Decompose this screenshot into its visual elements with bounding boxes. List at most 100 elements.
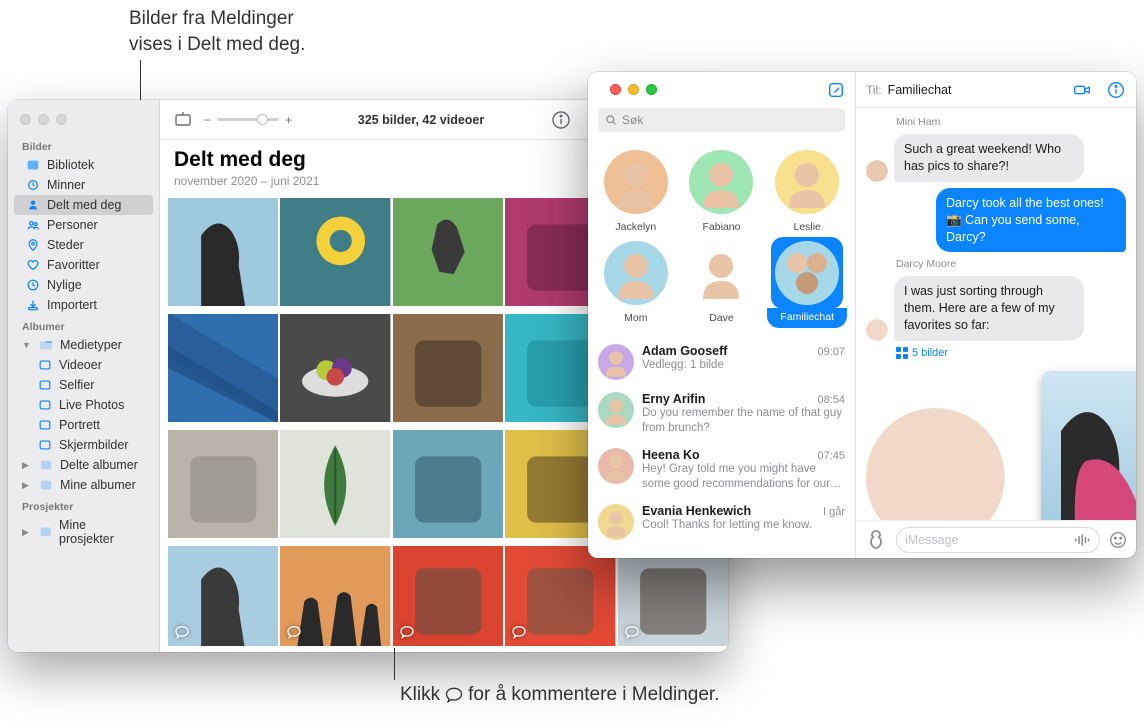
conversation-name: Erny Arifin — [642, 392, 705, 406]
sidebar-item-label: Delte albumer — [60, 458, 138, 472]
pinned-contact[interactable]: Familiechat — [767, 237, 847, 328]
sidebar-section-albumer: Albumer — [8, 315, 159, 335]
media-type-icon — [38, 358, 52, 372]
sidebar-item-label: Skjermbilder — [59, 438, 128, 452]
photo-tile[interactable] — [393, 314, 503, 422]
traffic-min-icon[interactable] — [628, 84, 639, 95]
sidebar-item-medietyper[interactable]: ▼ Medietyper — [14, 335, 153, 355]
photo-tile[interactable] — [280, 198, 390, 306]
waveform-icon[interactable] — [1075, 533, 1091, 547]
message-placeholder: iMessage — [905, 533, 959, 547]
conversation-item[interactable]: Evania HenkewichI går Cool! Thanks for l… — [588, 498, 855, 546]
photos-sidebar: Bilder BibliotekMinnerDelt med degPerson… — [8, 100, 160, 652]
to-name: Familiechat — [888, 83, 1058, 97]
heart-icon — [26, 258, 40, 272]
sidebar-item-mine-albumer[interactable]: ▶ Mine albumer — [14, 475, 153, 495]
photo-tile[interactable] — [168, 546, 278, 646]
search-input[interactable]: Søk — [598, 108, 845, 132]
reply-in-messages-icon[interactable] — [624, 624, 640, 640]
photo-tile[interactable] — [280, 430, 390, 538]
sidebar-item-favoritter[interactable]: Favoritter — [14, 255, 153, 275]
aspect-icon[interactable] — [172, 109, 194, 131]
sidebar-item-label: Favoritter — [47, 258, 100, 272]
sidebar-item-label: Personer — [47, 218, 98, 232]
sidebar-item-minner[interactable]: Minner — [14, 175, 153, 195]
sidebar-item-steder[interactable]: Steder — [14, 235, 153, 255]
conversation-item[interactable]: Heena Ko07:45 Hey! Gray told me you migh… — [588, 442, 855, 498]
emoji-icon[interactable] — [1108, 530, 1128, 550]
photo-attachment-stack[interactable] — [1041, 367, 1126, 520]
contact-name: Fabiano — [703, 221, 741, 233]
sidebar-item-label: Mine prosjekter — [59, 518, 141, 546]
sidebar-item-personer[interactable]: Personer — [14, 215, 153, 235]
sidebar-item-delte-albumer[interactable]: ▶ Delte albumer — [14, 455, 153, 475]
avatar-icon — [866, 319, 888, 341]
sidebar-item-label: Bibliotek — [47, 158, 94, 172]
traffic-max-icon[interactable] — [56, 114, 67, 125]
sidebar-item-videoer[interactable]: Videoer — [14, 355, 153, 375]
sidebar-item-selfier[interactable]: Selfier — [14, 375, 153, 395]
reply-in-messages-icon[interactable] — [511, 624, 527, 640]
traffic-min-icon[interactable] — [38, 114, 49, 125]
zoom-minus[interactable]: − — [204, 113, 211, 127]
message-composer: iMessage — [856, 520, 1136, 558]
disclosure-right-icon: ▶ — [22, 527, 32, 538]
compose-icon[interactable] — [827, 81, 845, 99]
sender-name: Mini Ham — [866, 116, 1126, 128]
info-icon[interactable] — [550, 109, 572, 131]
photo-tile[interactable] — [393, 198, 503, 306]
media-type-icon — [38, 438, 52, 452]
contact-name: Leslie — [793, 221, 820, 233]
slider-track[interactable] — [217, 118, 279, 121]
slider-knob[interactable] — [257, 114, 268, 125]
sidebar-item-bibliotek[interactable]: Bibliotek — [14, 155, 153, 175]
photo-tile[interactable] — [168, 198, 278, 306]
sidebar-item-label: Steder — [47, 238, 84, 252]
shared-icon — [26, 198, 40, 212]
avatar-icon — [598, 392, 634, 428]
pinned-contact[interactable]: Leslie — [767, 146, 847, 233]
sidebar-item-importert[interactable]: Importert — [14, 295, 153, 315]
details-icon[interactable] — [1106, 80, 1126, 100]
messages-traffic-lights[interactable] — [598, 76, 669, 105]
photo-tile[interactable] — [393, 546, 503, 646]
photo-tile[interactable] — [168, 430, 278, 538]
reply-in-messages-icon[interactable] — [174, 624, 190, 640]
message-input[interactable]: iMessage — [896, 527, 1100, 553]
traffic-close-icon[interactable] — [20, 114, 31, 125]
sidebar-item-skjermbilder[interactable]: Skjermbilder — [14, 435, 153, 455]
reply-in-messages-icon[interactable] — [286, 624, 302, 640]
attachment-count[interactable]: 5 bilder — [866, 347, 1126, 359]
photo-tile[interactable] — [393, 430, 503, 538]
reply-in-messages-icon[interactable] — [399, 624, 415, 640]
sidebar-item-mine-prosjekter[interactable]: ▶ Mine prosjekter — [14, 515, 153, 549]
sidebar-item-portrett[interactable]: Portrett — [14, 415, 153, 435]
zoom-plus[interactable]: + — [285, 113, 292, 127]
conversation-item[interactable]: Adam Gooseff09:07 Vedlegg: 1 bilde — [588, 338, 855, 386]
photo-tile[interactable] — [505, 546, 615, 646]
speech-bubble-icon — [444, 685, 464, 705]
messages-header: Til: Familiechat — [856, 72, 1136, 108]
pinned-contact[interactable]: Fabiano — [682, 146, 762, 233]
pinned-contact[interactable]: Dave — [682, 237, 762, 328]
conversation-time: 08:54 — [817, 394, 845, 406]
contact-name: Jackelyn — [615, 221, 656, 233]
traffic-close-icon[interactable] — [610, 84, 621, 95]
sidebar-item-delt-med-deg[interactable]: Delt med deg — [14, 195, 153, 215]
photo-tile[interactable] — [168, 314, 278, 422]
photo-tile[interactable] — [280, 546, 390, 646]
sidebar-item-live-photos[interactable]: Live Photos — [14, 395, 153, 415]
zoom-slider[interactable]: − + — [204, 113, 292, 127]
photo-tile[interactable] — [618, 546, 728, 646]
facetime-icon[interactable] — [1072, 80, 1092, 100]
people-icon — [26, 218, 40, 232]
apps-icon[interactable] — [864, 528, 888, 552]
traffic-max-icon[interactable] — [646, 84, 657, 95]
conversation-item[interactable]: Erny Arifin08:54 Do you remember the nam… — [588, 386, 855, 442]
photos-traffic-lights[interactable] — [8, 106, 159, 135]
photo-tile[interactable] — [280, 314, 390, 422]
sidebar-item-label: Delt med deg — [47, 198, 121, 212]
sidebar-item-nylige[interactable]: Nylige — [14, 275, 153, 295]
pinned-contact[interactable]: Mom — [596, 237, 676, 328]
pinned-contact[interactable]: Jackelyn — [596, 146, 676, 233]
